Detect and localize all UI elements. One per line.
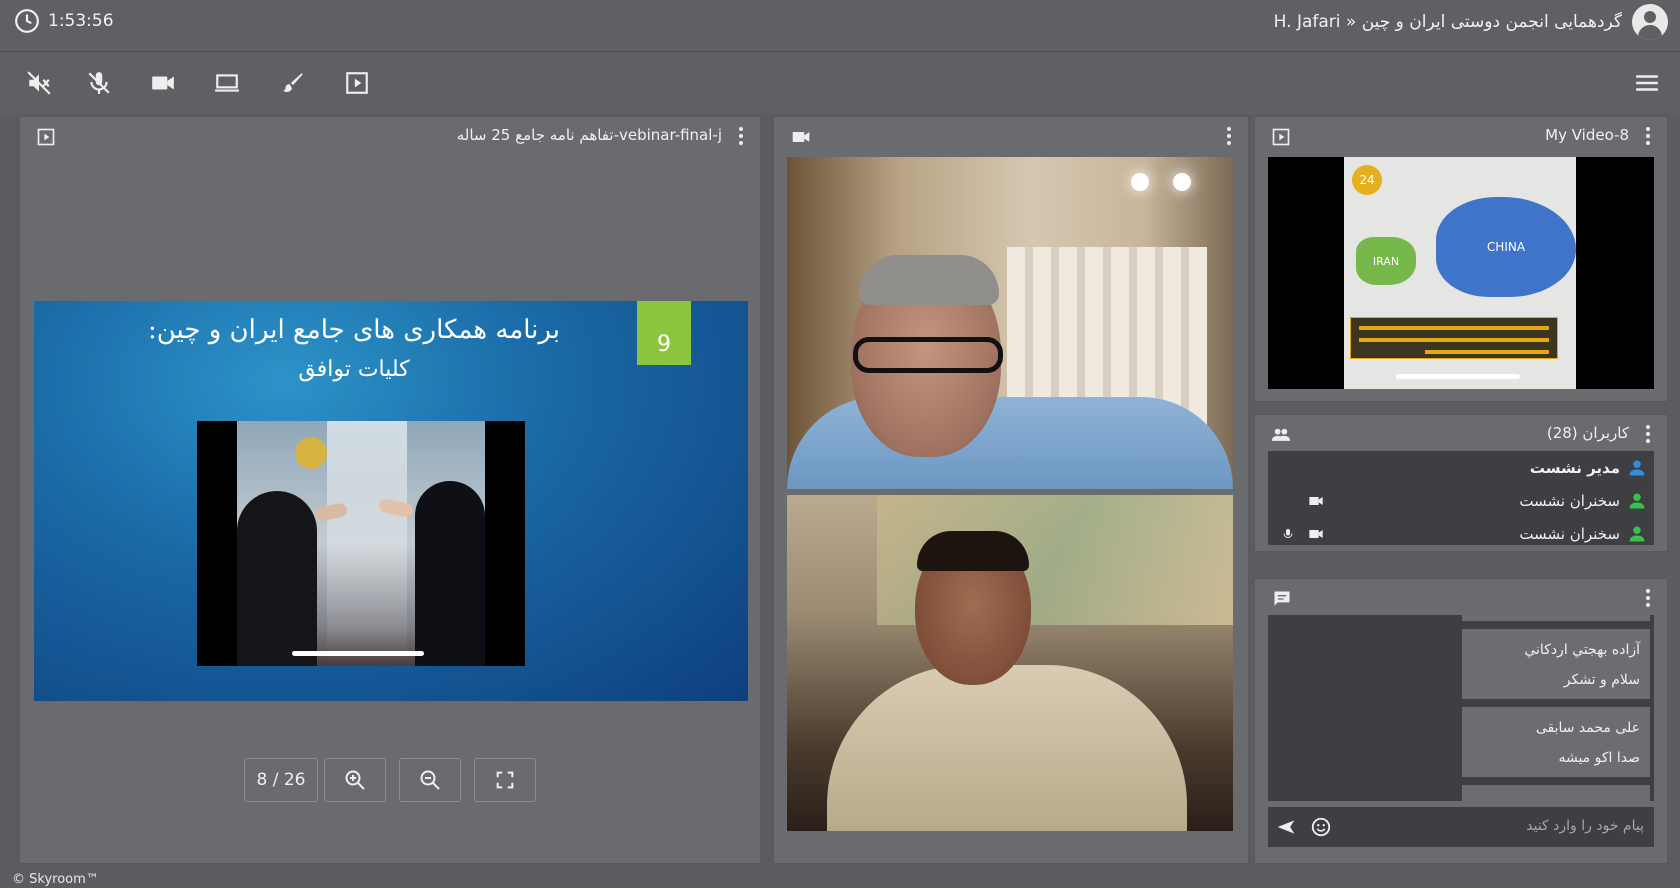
clock-icon [15, 9, 39, 33]
mic-icon [1283, 529, 1293, 538]
send-icon[interactable] [1274, 817, 1298, 837]
user-name: مدیر نشست [1529, 458, 1620, 477]
media-play-icon[interactable] [36, 127, 56, 147]
zoom-in-button[interactable] [324, 758, 386, 802]
chat-sender: علی محمد سابقی [1535, 720, 1640, 736]
chat-messages: آزاده بهجتي اردكاني سلام و تشکر علی محمد… [1268, 615, 1654, 801]
screen-share-icon[interactable] [210, 66, 244, 100]
hamburger-menu-icon[interactable] [1634, 70, 1660, 96]
emoji-icon[interactable] [1310, 816, 1332, 838]
users-panel: کاربران (28) مدیر نشست سخنران نشست سخنرا… [1254, 414, 1668, 552]
camera-icon [1309, 530, 1323, 538]
zoom-in-icon [345, 770, 365, 790]
chat-message: علی محمد سابقی صدا اکو میشه [1462, 707, 1650, 777]
users-list: مدیر نشست سخنران نشست سخنران نشست [1268, 451, 1654, 545]
mic-muted-icon[interactable] [82, 66, 116, 100]
channel-logo-icon: 24 [1352, 165, 1382, 195]
chat-sender: آزاده بهجتي اردكاني [1524, 642, 1640, 658]
slide-subtitle: کلیات توافق [298, 357, 410, 382]
presentation-title: تفاهم نامه جامع 25 ساله-vebinar-final-j [456, 126, 722, 144]
slide-title: برنامه همکاری های جامع ایران و چین: [147, 315, 560, 345]
participant-video-2[interactable] [787, 495, 1233, 831]
moderator-user-icon [1629, 460, 1645, 475]
media-play-icon[interactable] [340, 66, 374, 100]
zoom-out-button[interactable] [399, 758, 461, 802]
session-clock: 1:53:56 [14, 8, 114, 34]
brush-icon[interactable] [276, 66, 310, 100]
clock-text: 1:53:56 [48, 11, 114, 31]
slide-embedded-video[interactable] [197, 421, 525, 666]
video-panel [773, 116, 1249, 864]
toolbar [0, 52, 1680, 114]
map-label-left: IRAN [1356, 237, 1416, 285]
user-name: سخنران نشست [1519, 491, 1620, 510]
camera-icon[interactable] [146, 66, 180, 100]
video-progress-bar[interactable] [292, 651, 424, 656]
room-title: H. Jafari » گردهمایی انجمن دوستی ایران و… [1273, 12, 1622, 32]
chat-message-partial [1462, 785, 1650, 801]
zoom-out-icon [420, 770, 440, 790]
panel-options-icon[interactable] [1641, 588, 1655, 608]
video-caption-banner [1350, 317, 1558, 359]
panel-options-icon[interactable] [1641, 424, 1655, 444]
users-title: کاربران (28) [1546, 424, 1629, 442]
speaker-user-icon [1629, 493, 1645, 508]
chat-message-partial [1462, 615, 1650, 621]
panel-options-icon[interactable] [1222, 126, 1236, 146]
fullscreen-icon [496, 771, 514, 789]
users-icon [1271, 428, 1291, 441]
speaker-user-icon [1629, 526, 1645, 541]
speaker-muted-icon[interactable] [22, 66, 56, 100]
participant-video-1[interactable] [787, 157, 1233, 489]
my-video-title: My Video-8 [1545, 126, 1629, 144]
user-row-speaker[interactable]: سخنران نشست [1268, 517, 1654, 545]
panel-options-icon[interactable] [1641, 126, 1655, 146]
presentation-slide: 9 برنامه همکاری های جامع ایران و چین: کل… [34, 301, 748, 701]
avatar-icon[interactable] [1632, 4, 1668, 40]
map-label-right: CHINA [1436, 197, 1576, 297]
chat-icon [1274, 591, 1290, 606]
presentation-panel: تفاهم نامه جامع 25 ساله-vebinar-final-j … [19, 116, 761, 864]
panel-options-icon[interactable] [734, 126, 748, 146]
video-progress-bar[interactable] [1396, 374, 1520, 379]
chat-text: سلام و تشکر [1563, 672, 1640, 688]
user-row-speaker[interactable]: سخنران نشست [1268, 484, 1654, 517]
chat-text: صدا اکو میشه [1558, 750, 1640, 766]
copyright-footer: © Skyroom™ [12, 872, 99, 887]
chat-input[interactable]: پیام خود را وارد کنید [1268, 807, 1654, 847]
my-video-stream[interactable]: 24 IRAN CHINA [1268, 157, 1654, 389]
top-bar: 1:53:56 H. Jafari » گردهمایی انجمن دوستی… [0, 0, 1680, 52]
my-video-panel: My Video-8 24 IRAN CHINA [1254, 116, 1668, 402]
chat-message: آزاده بهجتي اردكاني سلام و تشکر [1462, 629, 1650, 699]
channel-logo-icon [295, 437, 327, 469]
chat-panel: آزاده بهجتي اردكاني سلام و تشکر علی محمد… [1254, 578, 1668, 864]
camera-icon [1309, 497, 1323, 505]
user-row-moderator[interactable]: مدیر نشست [1268, 451, 1654, 484]
camera-icon [792, 132, 810, 142]
media-play-icon[interactable] [1271, 127, 1291, 147]
chat-input-placeholder: پیام خود را وارد کنید [1526, 818, 1644, 834]
user-name: سخنران نشست [1519, 524, 1620, 543]
fullscreen-button[interactable] [474, 758, 536, 802]
page-indicator[interactable]: 8 / 26 [244, 758, 318, 802]
